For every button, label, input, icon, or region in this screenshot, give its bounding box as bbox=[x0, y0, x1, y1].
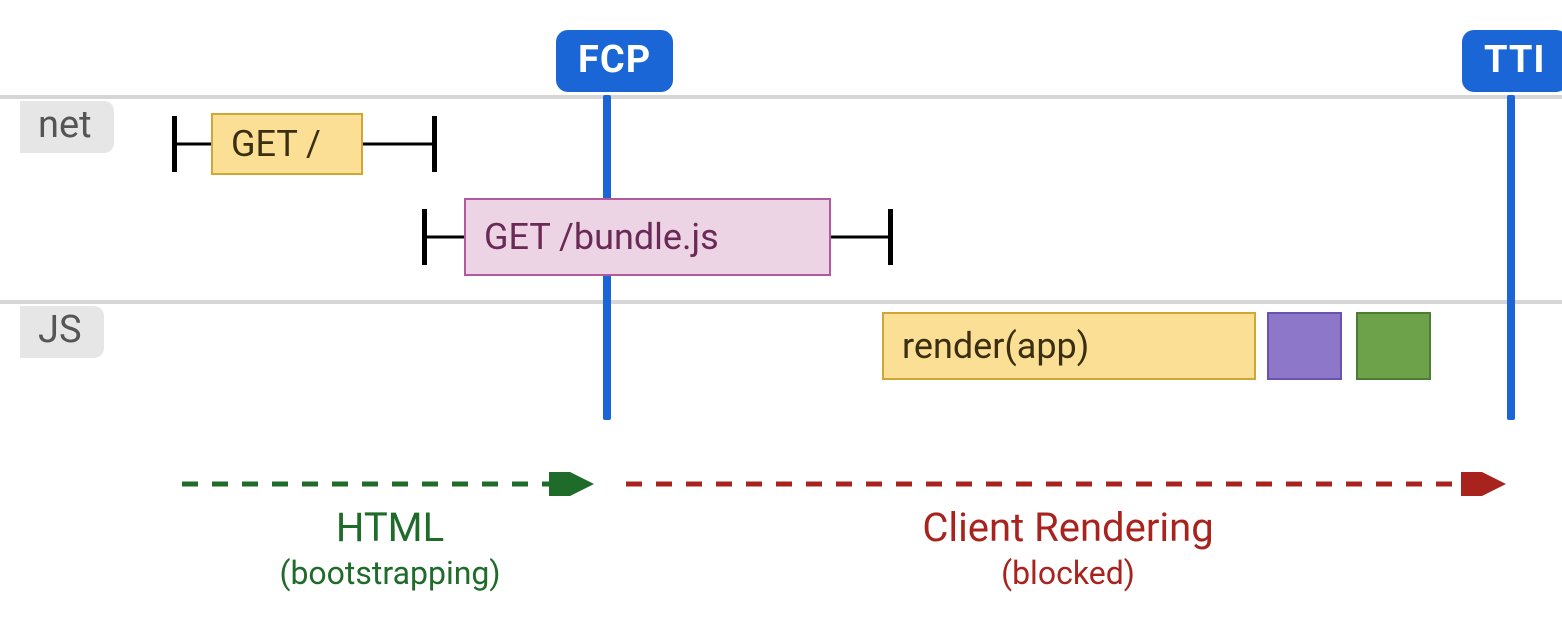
phase-html-sub: (bootstrapping) bbox=[180, 554, 600, 592]
net-get-bundle-box: GET /bundle.js bbox=[464, 198, 831, 276]
net-get-bundle-label: GET /bundle.js bbox=[484, 219, 719, 255]
row-label-net: net bbox=[20, 101, 114, 153]
js-track-divider bbox=[0, 300, 1562, 304]
milestone-badge-fcp: FCP bbox=[556, 30, 673, 92]
milestone-line-tti bbox=[1507, 95, 1515, 420]
js-green-box bbox=[1356, 312, 1431, 380]
net-get-root-label: GET / bbox=[231, 126, 321, 162]
phase-client-sub: (blocked) bbox=[624, 554, 1512, 592]
net-track-divider bbox=[0, 95, 1562, 99]
js-render-app-label: render(app) bbox=[902, 328, 1089, 364]
timeline-diagram: net JS FCP TTI GET / GET /bundle.js rend… bbox=[0, 0, 1562, 628]
milestone-badge-tti: TTI bbox=[1462, 30, 1562, 92]
phase-html-title: HTML bbox=[180, 504, 600, 551]
net-get-root-box: GET / bbox=[211, 113, 363, 175]
row-label-js: JS bbox=[20, 306, 104, 358]
phase-client-arrow bbox=[624, 472, 1512, 496]
js-render-app-box: render(app) bbox=[882, 312, 1256, 380]
js-purple-box bbox=[1267, 312, 1342, 380]
phase-client-title: Client Rendering bbox=[624, 504, 1512, 551]
phase-html-arrow bbox=[180, 472, 600, 496]
